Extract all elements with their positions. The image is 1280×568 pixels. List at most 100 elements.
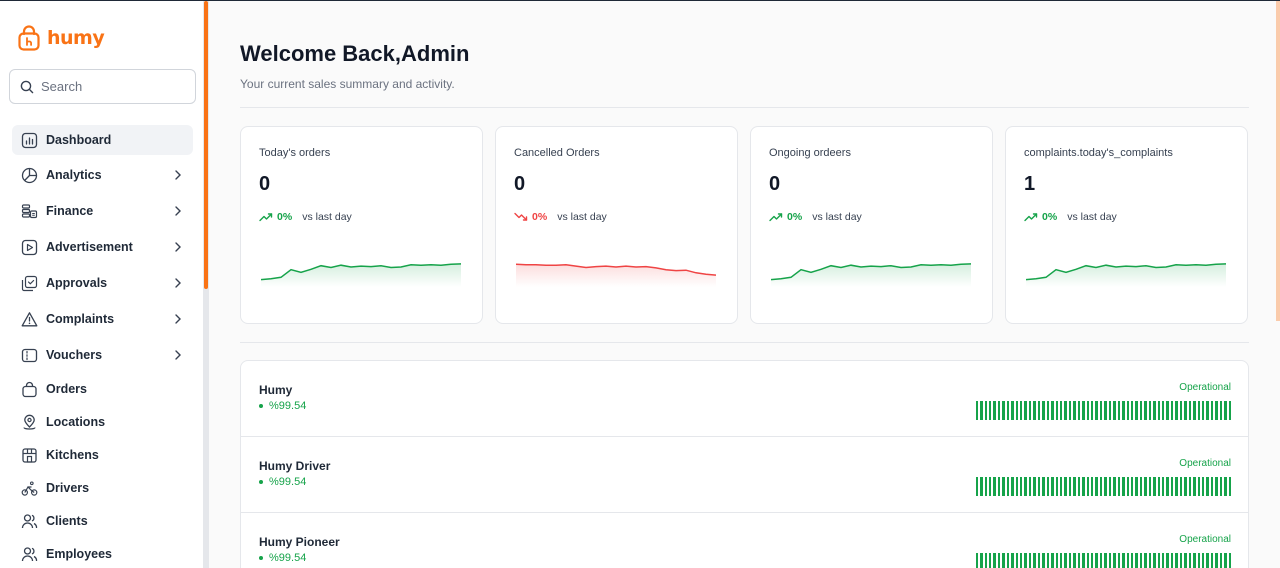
uptime-bar[interactable] (1179, 553, 1183, 568)
uptime-bar[interactable] (1184, 553, 1187, 568)
uptime-bar[interactable] (1166, 553, 1169, 568)
uptime-bar[interactable] (1188, 477, 1192, 496)
uptime-bar[interactable] (1011, 401, 1014, 420)
uptime-bar[interactable] (1046, 477, 1050, 496)
uptime-bar[interactable] (1162, 553, 1165, 568)
uptime-bar[interactable] (1091, 401, 1094, 420)
uptime-bar[interactable] (997, 553, 1001, 568)
uptime-bar[interactable] (1059, 401, 1063, 420)
uptime-bar[interactable] (1201, 477, 1205, 496)
uptime-bar[interactable] (1117, 477, 1121, 496)
uptime-bar[interactable] (1108, 477, 1112, 496)
uptime-bar[interactable] (1020, 401, 1023, 420)
uptime-bar[interactable] (1095, 401, 1098, 420)
uptime-bar[interactable] (1033, 401, 1036, 420)
uptime-bar[interactable] (1015, 401, 1018, 420)
uptime-bar[interactable] (1219, 553, 1223, 568)
scrollbar-thumb[interactable] (204, 1, 208, 289)
uptime-bar[interactable] (1193, 477, 1196, 496)
uptime-bar[interactable] (1082, 477, 1085, 496)
uptime-bar[interactable] (1024, 477, 1027, 496)
uptime-bar[interactable] (1219, 401, 1223, 420)
sidebar-item-orders[interactable]: Orders (12, 374, 193, 404)
uptime-bar[interactable] (1215, 401, 1218, 420)
uptime-bar[interactable] (1042, 553, 1045, 568)
uptime-bar[interactable] (1113, 401, 1116, 420)
main-scrollbar[interactable] (1276, 1, 1280, 321)
uptime-bar[interactable] (980, 553, 983, 568)
uptime-bar[interactable] (1104, 477, 1107, 496)
uptime-bar[interactable] (1113, 477, 1116, 496)
uptime-bar[interactable] (1099, 553, 1103, 568)
uptime-bar[interactable] (1051, 553, 1054, 568)
uptime-bar[interactable] (988, 477, 992, 496)
uptime-bar[interactable] (1175, 401, 1178, 420)
sidebar-item-dashboard[interactable]: Dashboard (12, 125, 193, 155)
uptime-bar[interactable] (1206, 401, 1209, 420)
uptime-bar[interactable] (1215, 553, 1218, 568)
uptime-bar[interactable] (1228, 477, 1231, 496)
uptime-bar[interactable] (1157, 477, 1160, 496)
uptime-bar[interactable] (1015, 477, 1018, 496)
uptime-bar[interactable] (1077, 553, 1081, 568)
uptime-bar[interactable] (1011, 477, 1014, 496)
uptime-bar[interactable] (1055, 477, 1058, 496)
uptime-bar[interactable] (984, 553, 987, 568)
uptime-bar[interactable] (1162, 401, 1165, 420)
uptime-bar[interactable] (1179, 477, 1183, 496)
sidebar-item-employees[interactable]: Employees (12, 539, 193, 568)
uptime-bar[interactable] (1028, 553, 1032, 568)
uptime-bar[interactable] (1144, 553, 1147, 568)
sidebar-item-complaints[interactable]: Complaints (12, 304, 193, 334)
uptime-bar[interactable] (975, 477, 979, 496)
uptime-bar[interactable] (1162, 477, 1165, 496)
uptime-bar[interactable] (1210, 553, 1214, 568)
uptime-bar[interactable] (1051, 401, 1054, 420)
uptime-bar[interactable] (1126, 401, 1129, 420)
uptime-bar[interactable] (1099, 477, 1103, 496)
uptime-bar[interactable] (1126, 477, 1129, 496)
uptime-bar[interactable] (1015, 553, 1018, 568)
uptime-bar[interactable] (1091, 553, 1094, 568)
uptime-bar[interactable] (1028, 477, 1032, 496)
uptime-bar[interactable] (1020, 477, 1023, 496)
uptime-bar[interactable] (1051, 477, 1054, 496)
uptime-bar[interactable] (1197, 477, 1200, 496)
sidebar-item-clients[interactable]: Clients (12, 506, 193, 536)
uptime-bar[interactable] (1086, 553, 1089, 568)
uptime-bar[interactable] (1188, 401, 1192, 420)
uptime-bar[interactable] (1219, 477, 1223, 496)
uptime-bar[interactable] (1117, 401, 1121, 420)
uptime-bar[interactable] (1046, 401, 1050, 420)
uptime-bar[interactable] (984, 477, 987, 496)
uptime-bar[interactable] (1130, 477, 1134, 496)
uptime-bar[interactable] (1037, 553, 1041, 568)
uptime-bar[interactable] (984, 401, 987, 420)
sidebar-item-analytics[interactable]: Analytics (12, 160, 193, 190)
uptime-bar[interactable] (1077, 477, 1081, 496)
uptime-bar[interactable] (1059, 477, 1063, 496)
uptime-bar[interactable] (1126, 553, 1129, 568)
uptime-bar[interactable] (1144, 401, 1147, 420)
uptime-bar[interactable] (1028, 401, 1032, 420)
uptime-bar[interactable] (1188, 553, 1192, 568)
uptime-bar[interactable] (1104, 553, 1107, 568)
uptime-bar[interactable] (1064, 553, 1067, 568)
uptime-bar[interactable] (1059, 553, 1063, 568)
uptime-bar[interactable] (1073, 401, 1076, 420)
uptime-bar[interactable] (1179, 401, 1183, 420)
uptime-bar[interactable] (1135, 401, 1138, 420)
uptime-bar[interactable] (1055, 401, 1058, 420)
uptime-bar[interactable] (1193, 553, 1196, 568)
uptime-bar[interactable] (1170, 553, 1174, 568)
uptime-bar[interactable] (1020, 553, 1023, 568)
uptime-bar[interactable] (1122, 477, 1125, 496)
uptime-bar[interactable] (1042, 477, 1045, 496)
uptime-bar[interactable] (1184, 401, 1187, 420)
uptime-bar[interactable] (997, 477, 1001, 496)
uptime-bar[interactable] (1157, 553, 1160, 568)
uptime-bar[interactable] (1086, 477, 1089, 496)
uptime-bar[interactable] (1037, 477, 1041, 496)
uptime-bar[interactable] (1197, 553, 1200, 568)
search-input[interactable] (41, 79, 181, 94)
